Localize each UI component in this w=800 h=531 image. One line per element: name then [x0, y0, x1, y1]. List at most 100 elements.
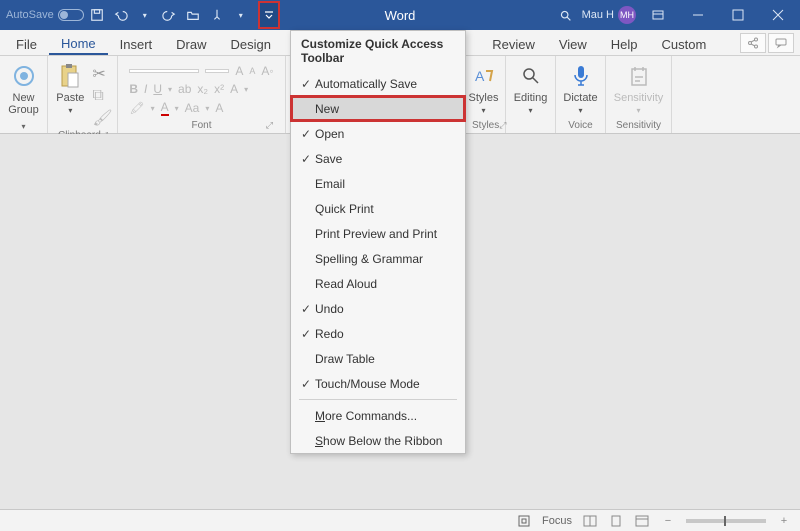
focus-label[interactable]: Focus: [542, 515, 572, 527]
tab-review[interactable]: Review: [480, 30, 547, 55]
group-editing: Editing ▾: [506, 56, 556, 133]
change-case-button[interactable]: Aa: [185, 101, 200, 115]
focus-icon[interactable]: [516, 513, 532, 529]
dictate-label: Dictate: [563, 92, 597, 104]
font-controls: A A A◦ B I U▾ ab x₂ x² A▾ 🖍▾ A▾ Aa▾ A: [129, 60, 273, 116]
tab-insert[interactable]: Insert: [108, 30, 165, 55]
check-icon: ✓: [297, 377, 315, 391]
copy-icon[interactable]: ⧉: [92, 87, 112, 105]
zoom-out-icon[interactable]: −: [660, 513, 676, 529]
search-icon[interactable]: [554, 9, 578, 22]
menu-item-email[interactable]: Email: [291, 171, 465, 196]
menu-item-label: Save: [315, 152, 342, 166]
web-layout-icon[interactable]: [634, 513, 650, 529]
chevron-down-icon: ▾: [481, 106, 485, 115]
touch-mode-icon[interactable]: [206, 3, 228, 27]
menu-item-automatically-save[interactable]: ✓Automatically Save: [291, 71, 465, 96]
ribbon-display-icon[interactable]: [640, 0, 676, 30]
share-button[interactable]: [740, 33, 766, 53]
user-name[interactable]: Mau H: [582, 9, 614, 21]
group-font: A A A◦ B I U▾ ab x₂ x² A▾ 🖍▾ A▾ Aa▾ A Fo…: [118, 56, 286, 133]
text-effects-button[interactable]: A: [230, 82, 238, 96]
menu-item-draw-table[interactable]: Draw Table: [291, 346, 465, 371]
tab-file[interactable]: File: [4, 30, 49, 55]
cut-icon[interactable]: ✂: [92, 64, 112, 84]
qat-customize-button[interactable]: [258, 1, 280, 29]
menu-item-label: Undo: [315, 302, 344, 316]
group-styles: A Styles ▾ Styles⤢: [462, 56, 506, 133]
menu-item-open[interactable]: ✓Open: [291, 121, 465, 146]
sensitivity-icon: [625, 62, 653, 90]
menu-item-redo[interactable]: ✓Redo: [291, 321, 465, 346]
underline-button[interactable]: U: [153, 82, 162, 96]
styles-button[interactable]: A Styles ▾: [465, 60, 503, 117]
increase-font-icon[interactable]: A: [235, 64, 243, 78]
close-icon[interactable]: [760, 0, 796, 30]
bold-button[interactable]: B: [129, 82, 138, 96]
menu-item-print-preview-and-print[interactable]: Print Preview and Print: [291, 221, 465, 246]
redo-icon[interactable]: [158, 3, 180, 27]
print-layout-icon[interactable]: [608, 513, 624, 529]
highlight-button[interactable]: 🖍: [129, 101, 144, 115]
font-name-box[interactable]: [129, 69, 199, 73]
dictate-button[interactable]: Dictate ▾: [559, 60, 601, 117]
tab-design[interactable]: Design: [219, 30, 283, 55]
maximize-icon[interactable]: [720, 0, 756, 30]
save-icon[interactable]: [86, 3, 108, 27]
menu-show-below[interactable]: Show Below the Ribbon: [291, 428, 465, 453]
chevron-down-icon: ▾: [636, 106, 640, 115]
format-painter-icon[interactable]: 🖌: [92, 108, 112, 128]
tab-custom[interactable]: Custom: [650, 30, 719, 55]
undo-icon[interactable]: [110, 3, 132, 27]
tab-home[interactable]: Home: [49, 30, 108, 55]
svg-text:A: A: [475, 68, 485, 84]
menu-item-read-aloud[interactable]: Read Aloud: [291, 271, 465, 296]
font-color-button[interactable]: A: [161, 100, 169, 116]
dialog-launcher-icon[interactable]: ⤢: [266, 120, 275, 131]
open-icon[interactable]: [182, 3, 204, 27]
subscript-button[interactable]: x₂: [197, 82, 208, 96]
char-border-button[interactable]: A: [215, 101, 223, 115]
zoom-slider[interactable]: [686, 519, 766, 523]
qat-customize-menu: Customize Quick Access Toolbar ✓Automati…: [290, 30, 466, 454]
decrease-font-icon[interactable]: A: [249, 66, 255, 76]
comments-button[interactable]: [768, 33, 794, 53]
editing-button[interactable]: Editing ▾: [510, 60, 552, 117]
menu-item-label: New: [315, 102, 339, 116]
menu-item-quick-print[interactable]: Quick Print: [291, 196, 465, 221]
new-group-button[interactable]: New Group: [4, 60, 43, 118]
touch-dropdown-icon[interactable]: ▾: [230, 3, 252, 27]
menu-item-spelling-grammar[interactable]: Spelling & Grammar: [291, 246, 465, 271]
find-icon: [517, 62, 545, 90]
strike-button[interactable]: ab: [178, 82, 191, 96]
menu-more-commands[interactable]: More Commands...: [291, 403, 465, 428]
menu-item-new[interactable]: New: [291, 96, 465, 121]
avatar[interactable]: MH: [618, 6, 636, 24]
clear-format-icon[interactable]: A◦: [261, 64, 273, 78]
group-voice: Dictate ▾ Voice: [556, 56, 606, 133]
read-mode-icon[interactable]: [582, 513, 598, 529]
undo-dropdown-icon[interactable]: ▾: [134, 3, 156, 27]
superscript-button[interactable]: x²: [214, 82, 224, 96]
check-icon: ✓: [297, 77, 315, 91]
menu-title: Customize Quick Access Toolbar: [291, 31, 465, 71]
autosave-toggle[interactable]: AutoSave: [6, 9, 84, 21]
italic-button[interactable]: I: [144, 82, 147, 96]
menu-item-label: Spelling & Grammar: [315, 252, 423, 266]
voice-group-label: Voice: [568, 118, 592, 131]
tab-help[interactable]: Help: [599, 30, 650, 55]
title-bar: AutoSave ▾ ▾ Word Mau H MH: [0, 0, 800, 30]
check-icon: ✓: [297, 302, 315, 316]
sensitivity-button[interactable]: Sensitivity ▾: [610, 60, 668, 117]
sensitivity-group-label: Sensitivity: [616, 118, 661, 131]
font-size-box[interactable]: [205, 69, 229, 73]
menu-item-touch-mouse-mode[interactable]: ✓Touch/Mouse Mode: [291, 371, 465, 396]
paste-button[interactable]: Paste ▾: [52, 60, 88, 128]
menu-item-label: Touch/Mouse Mode: [315, 377, 420, 391]
minimize-icon[interactable]: [680, 0, 716, 30]
menu-item-undo[interactable]: ✓Undo: [291, 296, 465, 321]
zoom-in-icon[interactable]: +: [776, 513, 792, 529]
tab-draw[interactable]: Draw: [164, 30, 218, 55]
tab-view[interactable]: View: [547, 30, 599, 55]
menu-item-save[interactable]: ✓Save: [291, 146, 465, 171]
